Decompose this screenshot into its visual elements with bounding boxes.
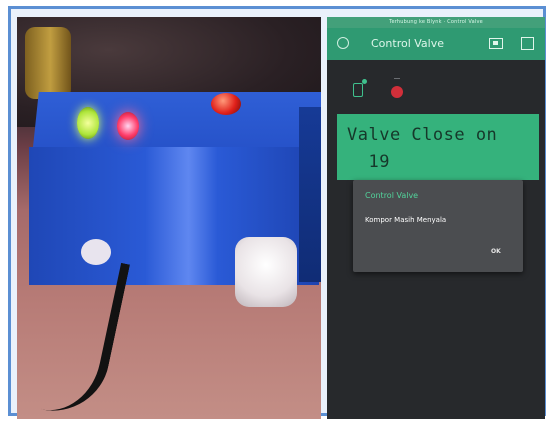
back-icon[interactable]: [337, 37, 349, 49]
notification-dialog: Control Valve Kompor Masih Menyala OK: [353, 180, 523, 272]
blue-box-side: [299, 107, 321, 282]
lcd-line-1: Valve Close on: [347, 125, 498, 145]
app-title: Control Valve: [371, 37, 445, 50]
widget-row: [349, 77, 419, 103]
white-tape: [235, 237, 297, 307]
app-bar: Control Valve: [327, 28, 545, 60]
square-icon[interactable]: [521, 37, 534, 50]
dialog-ok-button[interactable]: OK: [491, 248, 501, 255]
red-led: [117, 112, 139, 140]
phone-screenshot: Terhubung ke Blynk · Control Valve Contr…: [327, 17, 545, 419]
dialog-message: Kompor Masih Menyala: [365, 216, 447, 224]
photo-jar: [25, 27, 71, 99]
status-bar: Terhubung ke Blynk · Control Valve: [327, 17, 545, 28]
dialog-title: Control Valve: [365, 191, 419, 200]
red-push-button: [211, 93, 241, 115]
led-icon[interactable]: [391, 78, 403, 98]
lcd-line-2-value: 19: [368, 152, 390, 172]
device-photo: [17, 17, 321, 419]
lcd-widget: Valve Close on 19: [337, 114, 539, 180]
lcd-line-2: 19: [347, 149, 539, 176]
camera-icon[interactable]: [489, 38, 503, 49]
green-led: [77, 107, 99, 139]
phone-icon[interactable]: [353, 79, 367, 97]
